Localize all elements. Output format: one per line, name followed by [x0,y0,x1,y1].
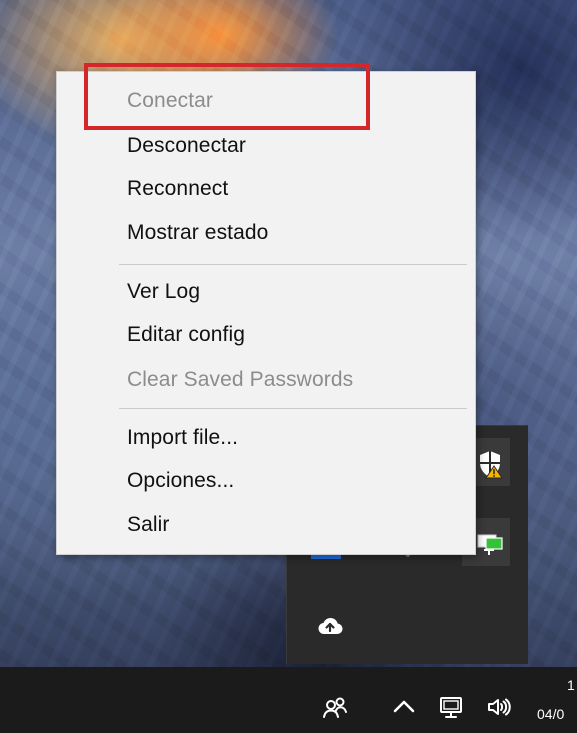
network-icon[interactable] [436,692,466,722]
menu-item-opciones[interactable]: Opciones... [127,465,234,497]
chevron-up-icon[interactable] [389,692,419,722]
menu-item-ver-log[interactable]: Ver Log [127,276,200,308]
network-monitor-icon[interactable] [474,528,506,560]
menu-separator [119,408,467,409]
shield-warning-icon[interactable] [474,448,506,480]
menu-item-conectar[interactable]: Conectar [127,85,213,117]
menu-item-reconnect[interactable]: Reconnect [127,173,228,205]
cloud-upload-icon[interactable] [314,611,346,643]
menu-item-mostrar-estado[interactable]: Mostrar estado [127,217,268,249]
menu-item-editar-config[interactable]: Editar config [127,319,245,351]
menu-item-clear-saved-passwords[interactable]: Clear Saved Passwords [127,364,353,396]
menu-item-desconectar[interactable]: Desconectar [127,130,246,162]
people-icon[interactable] [320,692,350,722]
menu-separator [119,264,467,265]
volume-icon[interactable] [484,692,514,722]
clock-date: 04/0 [537,706,565,722]
tray-context-menu: Conectar Desconectar Reconnect Mostrar e… [56,71,476,555]
taskbar-clock[interactable]: 1 04/0 [537,676,577,723]
clock-time: 1 [567,677,575,693]
menu-item-salir[interactable]: Salir [127,509,170,541]
menu-item-import-file[interactable]: Import file... [127,422,238,454]
